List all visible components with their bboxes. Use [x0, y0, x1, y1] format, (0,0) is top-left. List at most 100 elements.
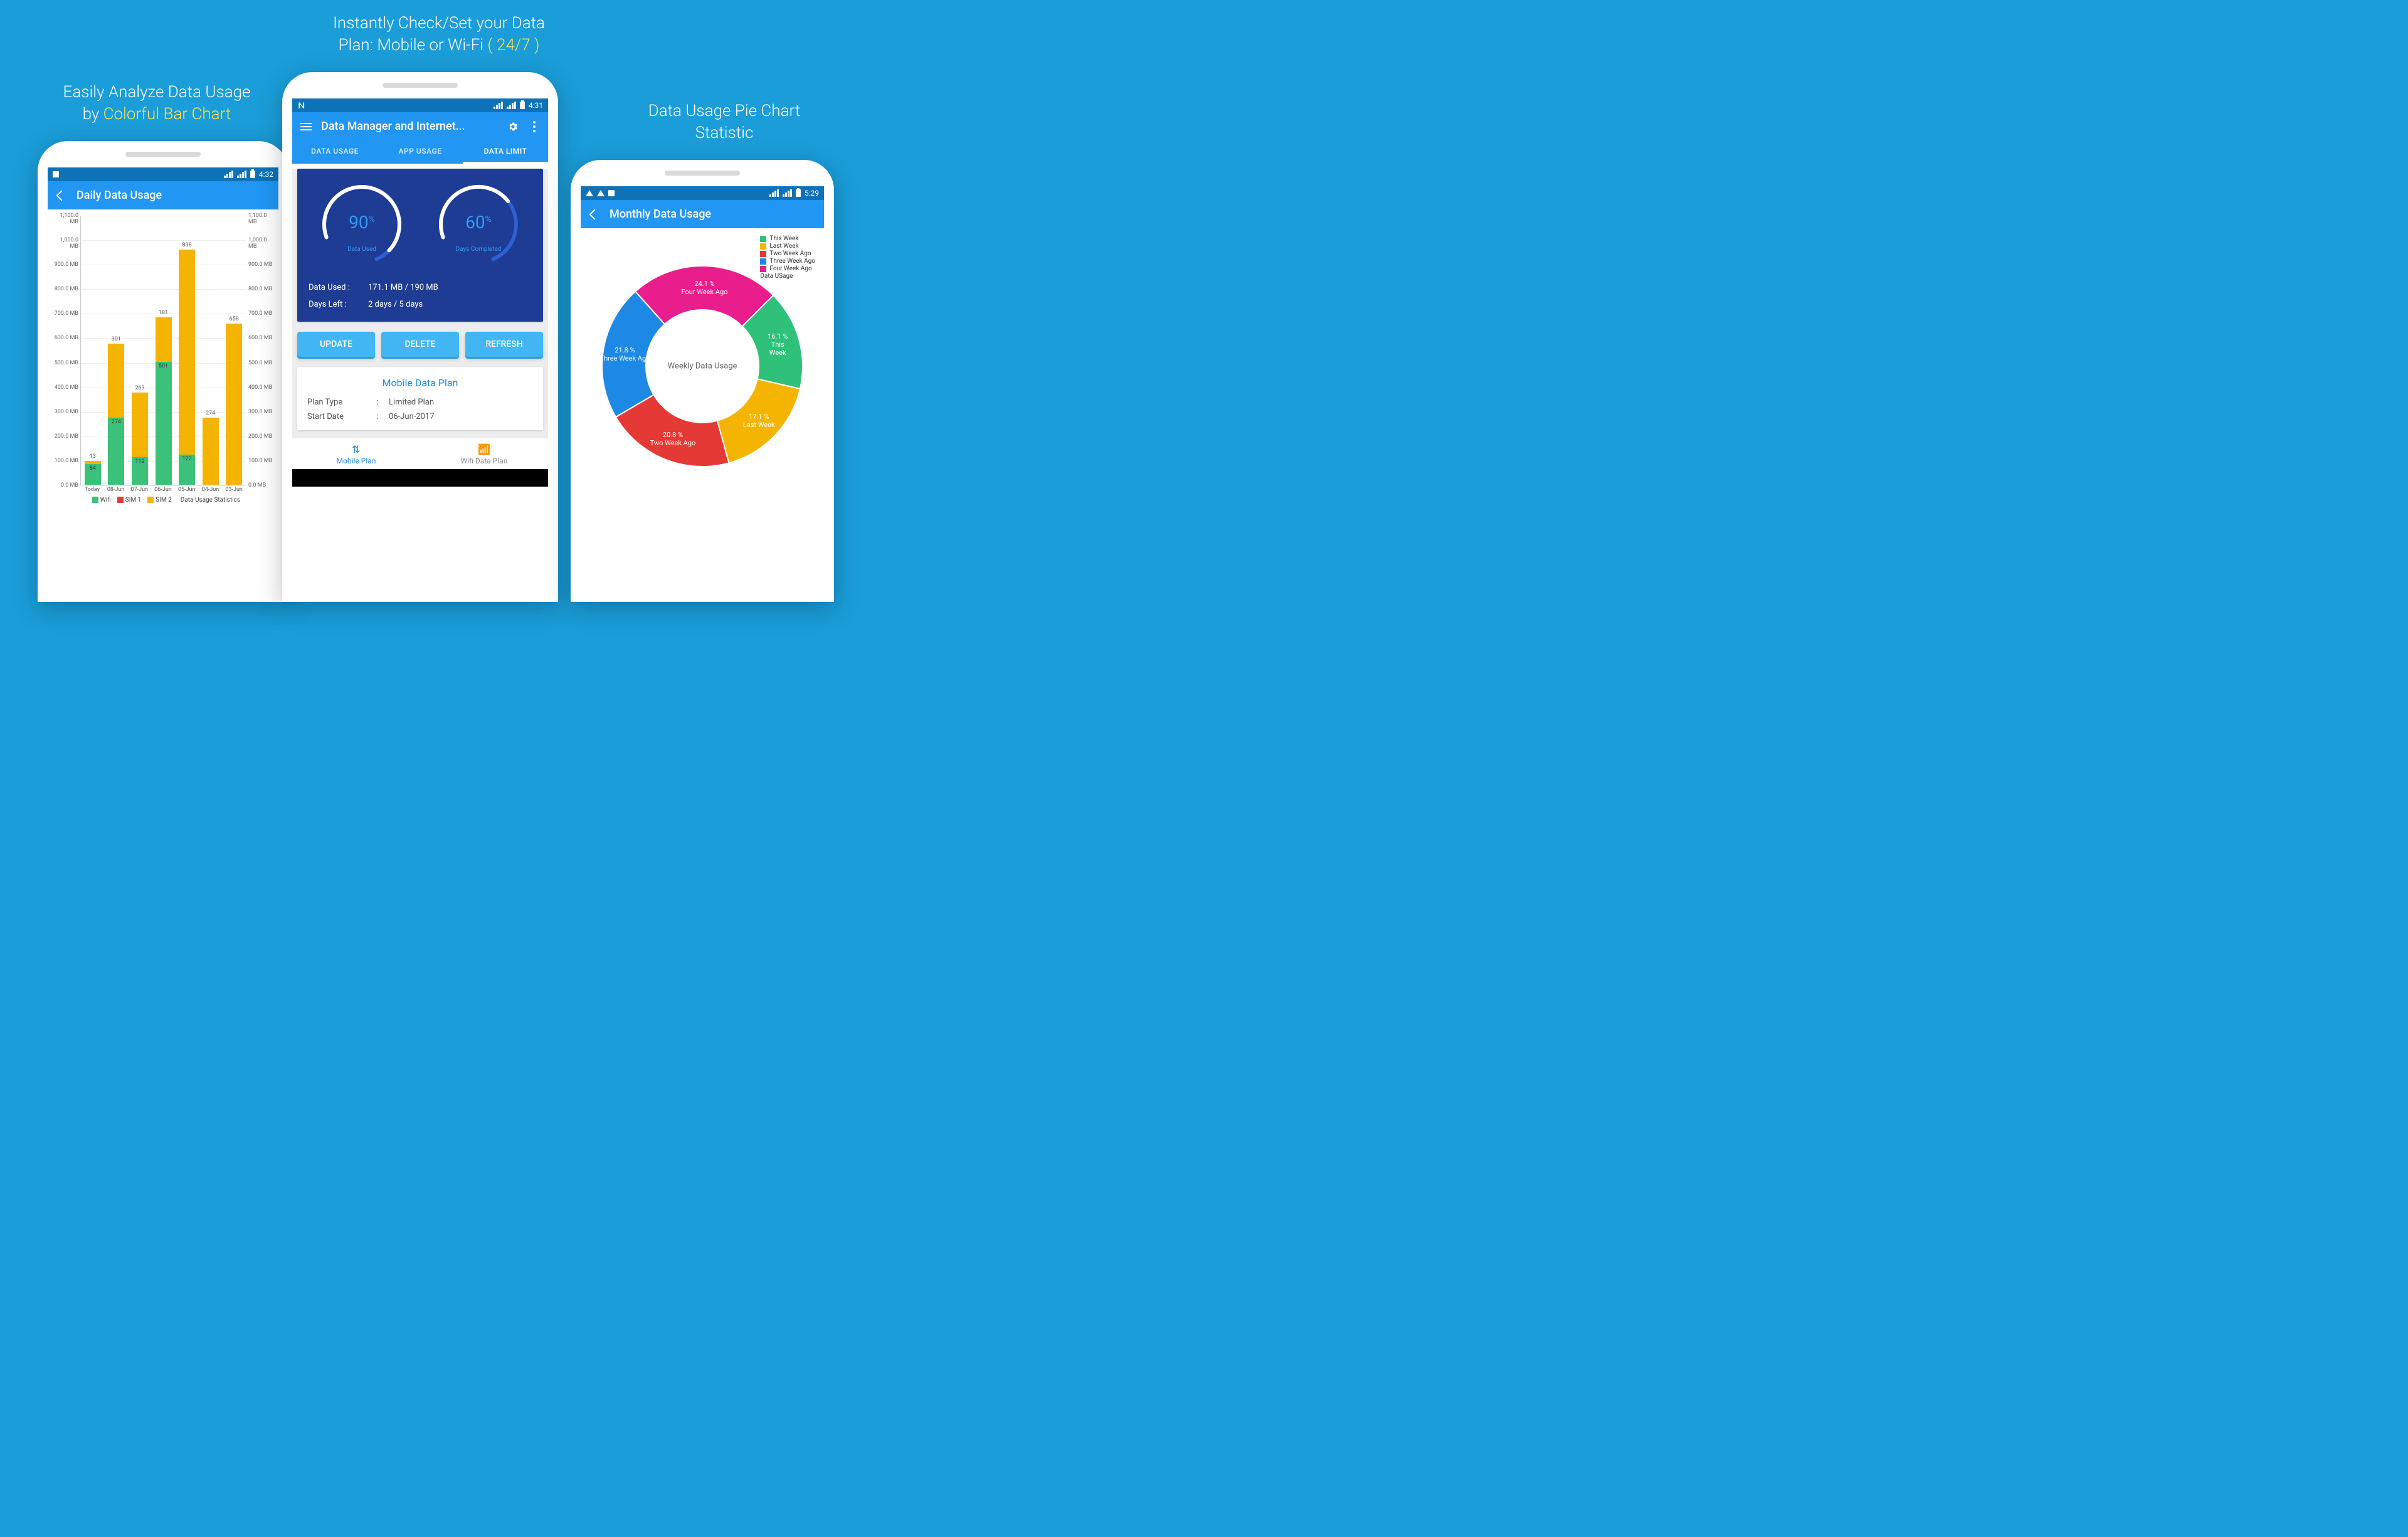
- gauge-days: 60% Days Completed: [431, 177, 525, 272]
- donut-center-label: Weekly Data Usage: [668, 362, 737, 371]
- slice-label: 17.1 %Last Week: [743, 412, 775, 428]
- slice-label: 24.1 %Four Week Ago: [681, 280, 727, 296]
- bar-group: 274: [199, 216, 223, 485]
- tab-data-limit[interactable]: DATA LIMIT: [463, 140, 548, 164]
- signal-icon-2: [507, 102, 516, 109]
- mobile-plan-card: Mobile Data Plan Plan Type:Limited Plan …: [297, 367, 543, 430]
- headline-left-line2-accent: Colorful Bar Chart: [103, 105, 231, 124]
- status-bar: 4:32: [48, 167, 278, 181]
- warning-icon: [586, 190, 593, 196]
- bottom-nav: ⇅ Mobile Plan 📶 Wifi Data Plan: [292, 438, 548, 469]
- status-time: 5:29: [805, 189, 819, 198]
- bar-group: 658: [222, 216, 246, 485]
- phone-center: 4:31 Data Manager and Internet... DATA U…: [282, 72, 558, 602]
- status-bar: 4:31: [292, 98, 548, 112]
- signal-icon: [494, 102, 503, 109]
- gauge-unit: %: [485, 214, 492, 224]
- status-bar: 5:29: [581, 186, 824, 200]
- phone-right: 5:29 Monthly Data Usage This Week Last W…: [571, 160, 834, 602]
- status-time: 4:32: [259, 170, 273, 179]
- wifi-icon: 📶: [420, 443, 548, 455]
- bottomnav-label: Mobile Plan: [337, 457, 376, 465]
- status-time: 4:31: [529, 101, 543, 110]
- transfer-icon: ⇅: [292, 443, 420, 455]
- battery-charging-icon: [520, 102, 525, 109]
- app-bar: Data Manager and Internet...: [292, 112, 548, 140]
- bar-group: 838122: [175, 216, 199, 485]
- android-navbar: [292, 469, 548, 487]
- bar-group: 301274: [105, 216, 129, 485]
- plan-start-value: 06-Jun-2017: [389, 412, 435, 421]
- signal-icon: [769, 189, 779, 197]
- headline-center-line2-accent: ( 24/7 ): [487, 36, 539, 55]
- headline-left-line1: Easily Analyze Data Usage: [63, 83, 251, 102]
- gauge-label: Days Completed: [456, 246, 502, 253]
- donut-chart-area: This Week Last Week Two Week Ago Three W…: [581, 228, 824, 485]
- bar-group: 263112: [128, 216, 152, 485]
- gauge-value: 90: [349, 212, 368, 233]
- plan-type-label: Plan Type: [307, 398, 376, 407]
- headline-center-line2-pre: Plan: Mobile or Wi-Fi: [339, 36, 488, 55]
- headline-right-line1: Data Usage Pie Chart: [648, 102, 801, 120]
- phone-speaker: [125, 152, 201, 157]
- bottomnav-wifi-plan[interactable]: 📶 Wifi Data Plan: [420, 438, 548, 469]
- appbar-title: Data Manager and Internet...: [321, 120, 498, 133]
- info-label: Data Used :: [309, 283, 368, 292]
- signal-icon-2: [237, 171, 246, 178]
- info-label: Days Left :: [309, 300, 368, 309]
- refresh-button[interactable]: REFRESH: [465, 332, 543, 357]
- slice-label: 21.8 %Three Week Ago: [600, 346, 650, 362]
- hamburger-icon[interactable]: [300, 120, 312, 133]
- battery-icon: [250, 171, 255, 178]
- gauge-data-used: 90% Data Used: [315, 177, 409, 272]
- appbar-title: Daily Data Usage: [77, 189, 271, 202]
- warning-icon: [597, 190, 605, 196]
- slice-label: 20.8 %Two Week Ago: [650, 431, 696, 447]
- legend-item: Last Week: [769, 243, 798, 250]
- gauge-unit: %: [369, 214, 375, 224]
- headline-center-line1: Instantly Check/Set your Data: [333, 14, 545, 33]
- headline-left: Easily Analyze Data Usage by Colorful Ba…: [53, 82, 260, 125]
- donut-chart: Weekly Data Usage 16.1 %This Week 17.1 %L…: [596, 260, 809, 473]
- notification-icon: [53, 171, 59, 177]
- bottomnav-mobile-plan[interactable]: ⇅ Mobile Plan: [292, 438, 420, 469]
- bar-group: 1384: [81, 216, 105, 485]
- back-icon[interactable]: [55, 189, 68, 202]
- gear-icon[interactable]: [507, 120, 519, 133]
- signal-icon-2: [783, 189, 792, 197]
- plan-title: Mobile Data Plan: [307, 373, 533, 395]
- plan-type-value: Limited Plan: [389, 398, 434, 407]
- battery-icon: [796, 189, 801, 197]
- headline-right-line2: Statistic: [695, 124, 754, 142]
- plan-start-label: Start Date: [307, 412, 376, 421]
- gauge-value: 60: [465, 212, 485, 233]
- gauge-card: 90% Data Used 60% Days Completed Data Us…: [297, 169, 543, 322]
- bar-group: 181501: [152, 216, 176, 485]
- headline-center: Instantly Check/Set your Data Plan: Mobi…: [279, 13, 599, 56]
- info-value: 2 days / 5 days: [368, 300, 423, 309]
- daily-bar-chart: 0.0 MB0.0 MB100.0 MB100.0 MB200.0 MB200.…: [48, 209, 278, 507]
- phone-speaker: [383, 83, 458, 88]
- appbar-title: Monthly Data Usage: [610, 208, 816, 221]
- tabs: DATA USAGE APP USAGE DATA LIMIT: [292, 140, 548, 164]
- android-n-icon: [297, 101, 306, 110]
- bottomnav-label: Wifi Data Plan: [461, 457, 508, 465]
- headline-left-line2-pre: by: [83, 105, 103, 124]
- tab-data-usage[interactable]: DATA USAGE: [292, 140, 378, 164]
- headline-right: Data Usage Pie Chart Statistic: [605, 100, 843, 144]
- delete-button[interactable]: DELETE: [381, 332, 459, 357]
- overflow-icon[interactable]: [528, 120, 541, 133]
- slice-label: 16.1 %This Week: [762, 332, 793, 357]
- update-button[interactable]: UPDATE: [297, 332, 375, 357]
- tab-app-usage[interactable]: APP USAGE: [378, 140, 463, 164]
- phone-speaker: [665, 171, 740, 176]
- app-bar: Monthly Data Usage: [581, 200, 824, 228]
- legend-item: This Week: [769, 235, 798, 242]
- legend-item: Two Week Ago: [769, 250, 811, 257]
- phone-left: 4:32 Daily Data Usage 0.0 MB0.0 MB100.0 …: [38, 141, 288, 602]
- chart-legend: WifiSIM 1SIM 2Data Usage Statistics: [50, 493, 276, 505]
- back-icon[interactable]: [588, 208, 601, 221]
- app-bar: Daily Data Usage: [48, 181, 278, 209]
- signal-icon: [224, 171, 233, 178]
- info-value: 171.1 MB / 190 MB: [368, 283, 438, 292]
